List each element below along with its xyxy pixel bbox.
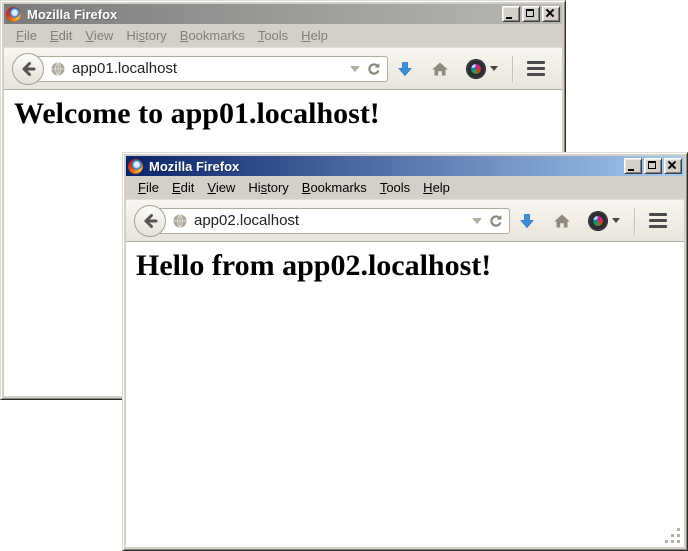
url-bar[interactable]: app01.localhost	[28, 56, 388, 82]
maximize-button[interactable]	[522, 6, 540, 22]
home-button[interactable]	[553, 213, 571, 229]
colorwheel-icon	[589, 212, 607, 230]
urlbar-dropdown-icon[interactable]	[472, 218, 482, 224]
back-button[interactable]	[12, 53, 44, 85]
window-title: Mozilla Firefox	[25, 7, 498, 22]
menu-item-view[interactable]: View	[207, 180, 235, 195]
page-heading: Welcome to app01.localhost!	[14, 97, 562, 131]
page-content: Hello from app02.localhost!	[126, 242, 684, 547]
menu-button[interactable]	[649, 213, 667, 228]
globe-icon[interactable]	[172, 213, 188, 229]
menu-item-edit[interactable]: Edit	[172, 180, 194, 195]
menu-item-help[interactable]: Help	[301, 28, 328, 43]
menu-item-history[interactable]: History	[126, 28, 166, 43]
colorwheel-addon-button[interactable]	[467, 60, 498, 78]
back-button[interactable]	[134, 205, 166, 237]
menu-bar: File Edit View History Bookmarks Tools H…	[126, 176, 684, 199]
navigation-toolbar: app01.localhost	[4, 47, 562, 90]
browser-window-app02: Mozilla Firefox File Edit View History B…	[122, 152, 688, 551]
reload-button[interactable]	[366, 61, 382, 77]
back-arrow-icon	[141, 212, 159, 230]
back-arrow-icon	[19, 60, 37, 78]
url-bar[interactable]: app02.localhost	[150, 208, 510, 234]
chevron-down-icon	[490, 66, 498, 71]
menu-item-edit[interactable]: Edit	[50, 28, 72, 43]
home-button[interactable]	[431, 61, 449, 77]
hamburger-icon	[649, 213, 667, 216]
firefox-icon	[128, 159, 143, 174]
minimize-button[interactable]	[502, 6, 520, 22]
menu-item-view[interactable]: View	[85, 28, 113, 43]
page-heading: Hello from app02.localhost!	[136, 249, 684, 283]
window-controls	[624, 158, 682, 174]
globe-icon[interactable]	[50, 61, 66, 77]
navigation-toolbar: app02.localhost	[126, 199, 684, 242]
menu-button[interactable]	[527, 61, 545, 76]
close-button[interactable]	[542, 6, 560, 22]
colorwheel-icon	[467, 60, 485, 78]
menu-item-tools[interactable]: Tools	[380, 180, 410, 195]
toolbar-separator	[512, 56, 513, 82]
download-button[interactable]	[397, 61, 413, 77]
menu-item-tools[interactable]: Tools	[258, 28, 288, 43]
hamburger-icon	[527, 61, 545, 64]
menu-bar: File Edit View History Bookmarks Tools H…	[4, 24, 562, 47]
chevron-down-icon	[612, 218, 620, 223]
minimize-button[interactable]	[624, 158, 642, 174]
window-controls	[502, 6, 560, 22]
close-button[interactable]	[664, 158, 682, 174]
menu-item-help[interactable]: Help	[423, 180, 450, 195]
menu-item-bookmarks[interactable]: Bookmarks	[180, 28, 245, 43]
menu-item-bookmarks[interactable]: Bookmarks	[302, 180, 367, 195]
firefox-icon	[6, 7, 21, 22]
menu-item-history[interactable]: History	[248, 180, 288, 195]
resize-grip-icon[interactable]	[665, 528, 681, 544]
colorwheel-addon-button[interactable]	[589, 212, 620, 230]
menu-item-file[interactable]: File	[16, 28, 37, 43]
titlebar[interactable]: Mozilla Firefox	[4, 4, 562, 24]
download-button[interactable]	[519, 213, 535, 229]
maximize-button[interactable]	[644, 158, 662, 174]
reload-button[interactable]	[488, 213, 504, 229]
url-text[interactable]: app02.localhost	[194, 212, 466, 229]
urlbar-dropdown-icon[interactable]	[350, 66, 360, 72]
url-text[interactable]: app01.localhost	[72, 60, 344, 77]
titlebar[interactable]: Mozilla Firefox	[126, 156, 684, 176]
menu-item-file[interactable]: File	[138, 180, 159, 195]
window-title: Mozilla Firefox	[147, 159, 620, 174]
toolbar-separator	[634, 208, 635, 234]
